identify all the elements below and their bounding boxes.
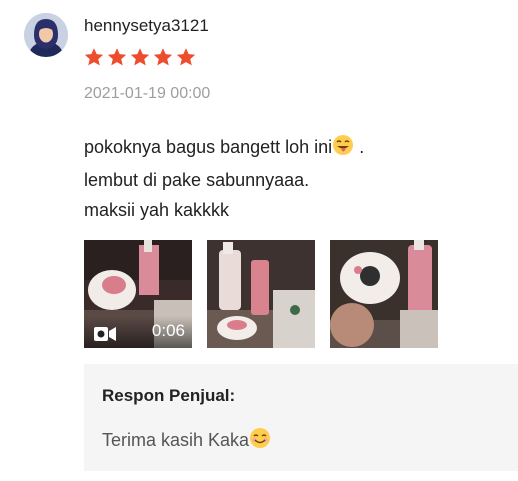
star-icon: [130, 48, 150, 66]
video-duration: 0:06: [151, 321, 185, 340]
star-icon: [176, 48, 196, 66]
comment-line-3: maksii yah kakkkk: [84, 200, 230, 220]
seller-response-text: Terima kasih Kaka: [102, 427, 271, 454]
video-camera-icon: [94, 327, 116, 341]
comment-line-1: pokoknya bagus bangett loh ini .: [84, 132, 364, 165]
seller-response: Respon Penjual: Terima kasih Kaka: [84, 364, 518, 471]
review-video-thumbnail[interactable]: 0:06: [84, 240, 192, 348]
review-image-1: [207, 240, 315, 348]
face-with-tongue-emoji: [332, 134, 354, 165]
review-image-thumbnail-2[interactable]: [330, 240, 438, 348]
avatar-image: [24, 13, 68, 57]
seller-response-title: Respon Penjual:: [102, 386, 236, 405]
review-date: 2021-01-19 00:00: [84, 85, 211, 102]
star-icon: [153, 48, 173, 66]
star-icon: [84, 48, 104, 66]
avatar[interactable]: [24, 13, 68, 57]
star-rating: [84, 47, 196, 67]
comment-line-2: lembut di pake sabunnyaaa.: [84, 170, 310, 190]
review-image-2: [330, 240, 438, 348]
username[interactable]: hennysetya3121: [84, 16, 209, 36]
review-image-thumbnail-1[interactable]: [207, 240, 315, 348]
review-comment: pokoknya bagus bangett loh ini . lembut …: [84, 132, 364, 225]
star-icon: [107, 48, 127, 66]
smiling-face-emoji: [249, 427, 271, 454]
